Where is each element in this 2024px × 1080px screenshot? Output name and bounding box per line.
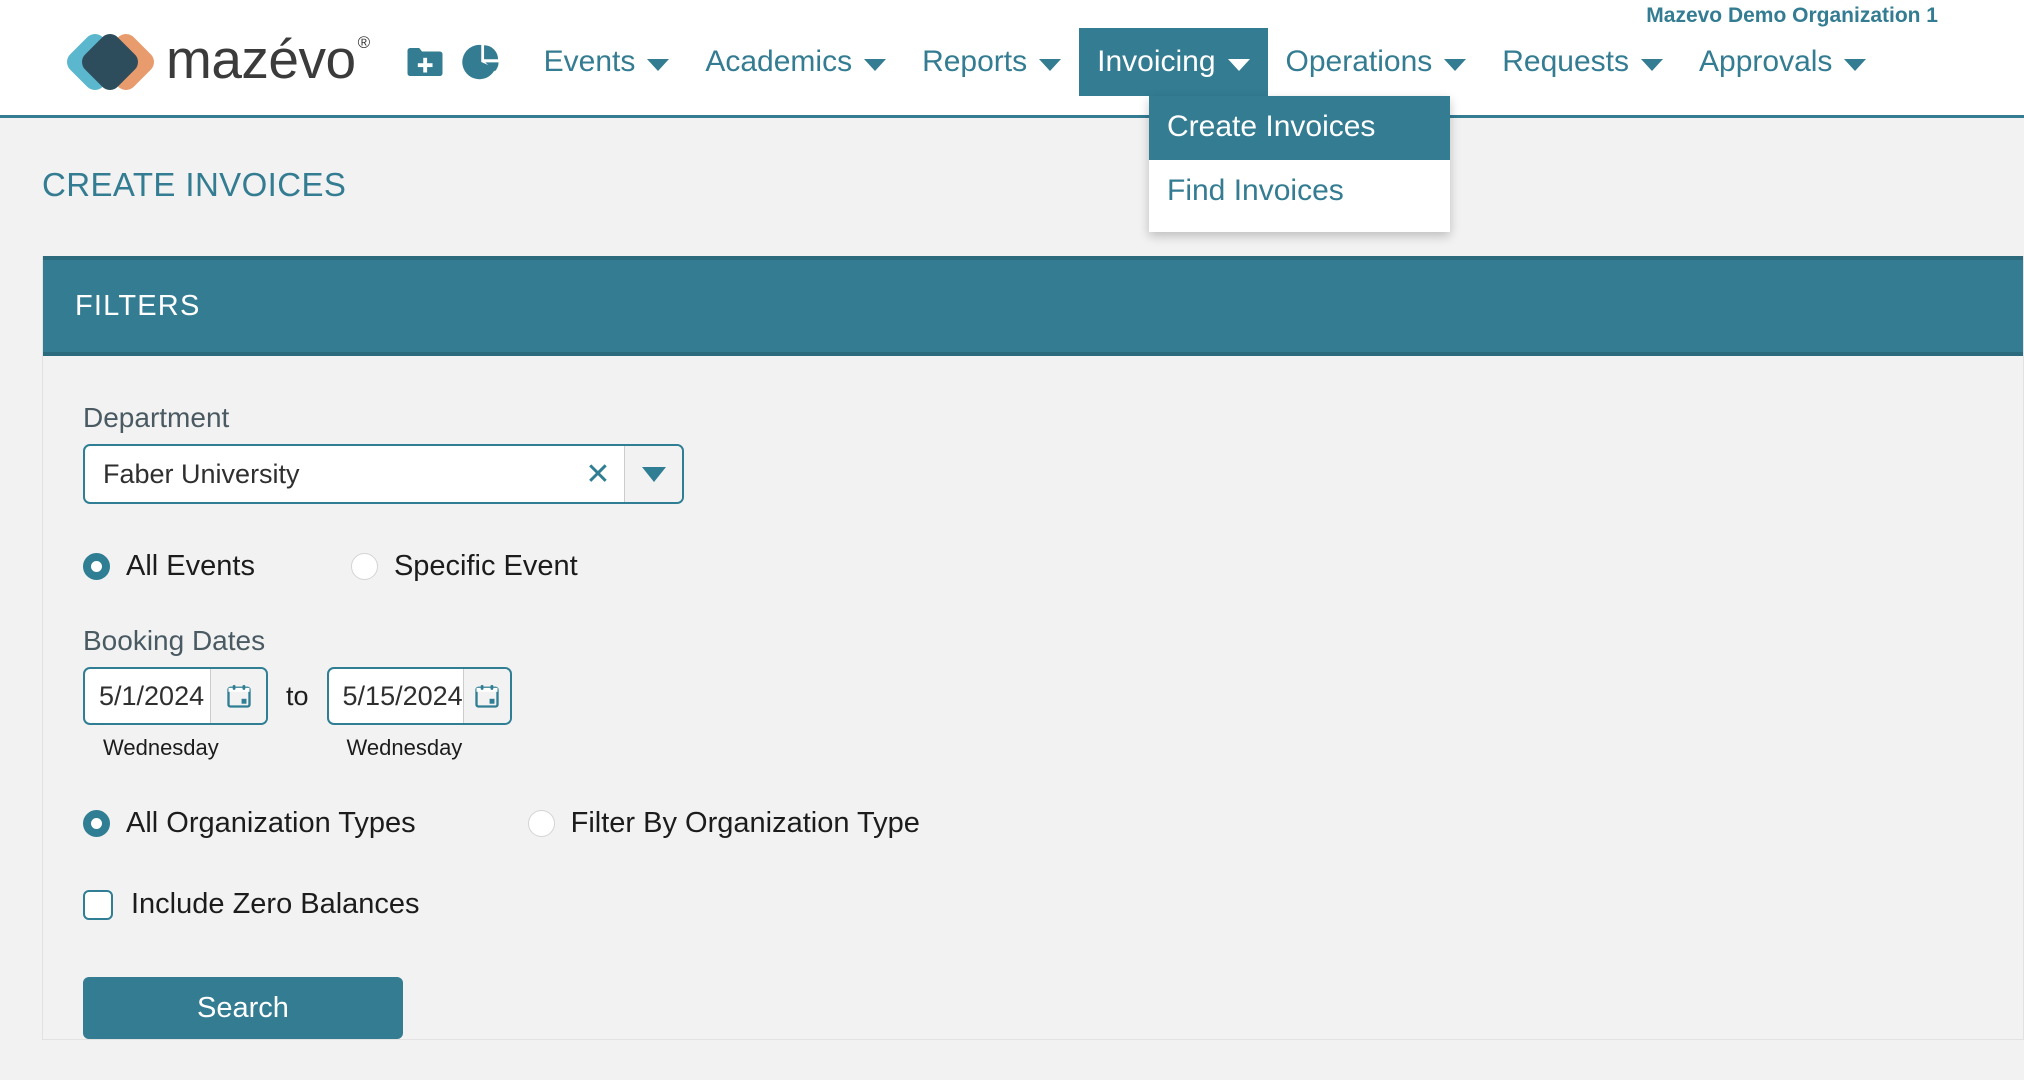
radio-filter-by-organization-type-indicator: [528, 810, 555, 837]
nav-quick-icons: [404, 41, 504, 83]
radio-specific-event-indicator: [351, 553, 378, 580]
chevron-down-icon: [1039, 59, 1061, 71]
menu-item-create-invoices[interactable]: Create Invoices: [1149, 96, 1450, 160]
registered-trademark-icon: ®: [358, 33, 370, 52]
nav-item-approvals[interactable]: Approvals: [1681, 28, 1884, 96]
booking-date-to-value: 5/15/2024: [329, 669, 463, 723]
menu-item-find-invoices[interactable]: Find Invoices: [1149, 160, 1450, 224]
checkbox-indicator: [83, 890, 113, 920]
chevron-down-icon: [642, 467, 666, 482]
booking-dates-row: 5/1/2024 Wednesd: [83, 667, 2023, 761]
include-zero-balances-checkbox[interactable]: Include Zero Balances: [83, 888, 2023, 921]
filters-panel-header: FILTERS: [43, 256, 2023, 356]
nav-item-operations-label: Operations: [1286, 45, 1433, 79]
organization-name: Mazevo Demo Organization 1: [1646, 4, 1938, 28]
booking-dates-label: Booking Dates: [83, 625, 2023, 657]
page-content: CREATE INVOICES FILTERS Department Faber…: [0, 118, 2024, 1080]
filters-panel-title: FILTERS: [75, 290, 201, 323]
brand-logo[interactable]: mazévo®: [72, 28, 368, 96]
radio-all-events-indicator: [83, 553, 110, 580]
department-value: Faber University: [85, 446, 572, 502]
booking-date-to-input[interactable]: 5/15/2024: [327, 667, 512, 725]
event-scope-radio-group: All Events Specific Event: [83, 550, 2023, 583]
chevron-down-icon: [1641, 59, 1663, 71]
radio-specific-event[interactable]: Specific Event: [351, 550, 578, 583]
department-row: Faber University ✕: [83, 444, 2023, 504]
nav-item-requests-label: Requests: [1502, 45, 1629, 79]
radio-specific-event-label: Specific Event: [394, 550, 578, 583]
nav-row: mazévo® Events: [0, 28, 1884, 96]
filters-panel-body: Department Faber University ✕ All Events: [43, 356, 2023, 1039]
clear-icon[interactable]: ✕: [572, 446, 624, 502]
department-label: Department: [83, 402, 2023, 434]
nav-item-events-label: Events: [544, 45, 636, 79]
radio-all-organization-types-indicator: [83, 810, 110, 837]
nav-item-events[interactable]: Events: [526, 28, 688, 96]
calendar-icon-to[interactable]: [463, 669, 510, 723]
calendar-icon-from[interactable]: [210, 669, 266, 723]
nav-item-requests[interactable]: Requests: [1484, 28, 1681, 96]
nav-item-operations[interactable]: Operations: [1268, 28, 1485, 96]
mazevo-diamond-logo-icon: [72, 29, 152, 95]
chevron-down-icon: [1844, 59, 1866, 71]
chevron-down-icon: [647, 59, 669, 71]
booking-date-to-day-of-week: Wednesday: [347, 735, 512, 761]
chevron-down-icon: [864, 59, 886, 71]
nav-item-academics[interactable]: Academics: [687, 28, 904, 96]
nav-item-reports[interactable]: Reports: [904, 28, 1079, 96]
booking-date-from-day-of-week: Wednesday: [103, 735, 268, 761]
top-navigation-bar: Mazevo Demo Organization 1 mazévo®: [0, 0, 2024, 118]
nav-item-approvals-label: Approvals: [1699, 45, 1832, 79]
logo-wordmark-text: mazévo: [166, 28, 356, 90]
booking-dates-separator: to: [286, 681, 309, 712]
new-event-folder-icon[interactable]: [404, 41, 446, 83]
radio-all-events-label: All Events: [126, 550, 255, 583]
nav-item-invoicing[interactable]: Invoicing: [1079, 28, 1267, 96]
organization-type-radio-group: All Organization Types Filter By Organiz…: [83, 807, 2023, 840]
logo-wordmark: mazévo®: [166, 32, 368, 87]
radio-all-organization-types-label: All Organization Types: [126, 807, 416, 840]
booking-date-to-col: 5/15/2024 Wednes: [327, 667, 512, 761]
chevron-down-icon: [1444, 59, 1466, 71]
radio-all-events[interactable]: All Events: [83, 550, 255, 583]
radio-filter-by-organization-type-label: Filter By Organization Type: [571, 807, 920, 840]
department-dropdown-toggle[interactable]: [624, 446, 682, 502]
nav-item-academics-label: Academics: [705, 45, 852, 79]
booking-dates-block: Booking Dates 5/1/2024: [83, 625, 2023, 761]
nav-item-invoicing-label: Invoicing: [1097, 45, 1215, 79]
booking-date-from-value: 5/1/2024: [85, 669, 210, 723]
radio-filter-by-organization-type[interactable]: Filter By Organization Type: [528, 807, 920, 840]
pie-chart-icon[interactable]: [462, 41, 504, 83]
radio-all-organization-types[interactable]: All Organization Types: [83, 807, 416, 840]
filters-panel: FILTERS Department Faber University ✕ Al…: [42, 256, 2024, 1040]
invoicing-dropdown-menu: Create Invoices Find Invoices: [1149, 96, 1450, 232]
chevron-down-icon: [1228, 59, 1250, 71]
page-title: CREATE INVOICES: [0, 118, 2024, 204]
booking-date-from-input[interactable]: 5/1/2024: [83, 667, 268, 725]
search-button[interactable]: Search: [83, 977, 403, 1039]
nav-menu-items: Events Academics Reports Invoicing Opera…: [526, 28, 1885, 96]
include-zero-balances-label: Include Zero Balances: [131, 888, 420, 921]
nav-item-reports-label: Reports: [922, 45, 1027, 79]
department-select[interactable]: Faber University ✕: [83, 444, 684, 504]
booking-date-from-col: 5/1/2024 Wednesd: [83, 667, 268, 761]
